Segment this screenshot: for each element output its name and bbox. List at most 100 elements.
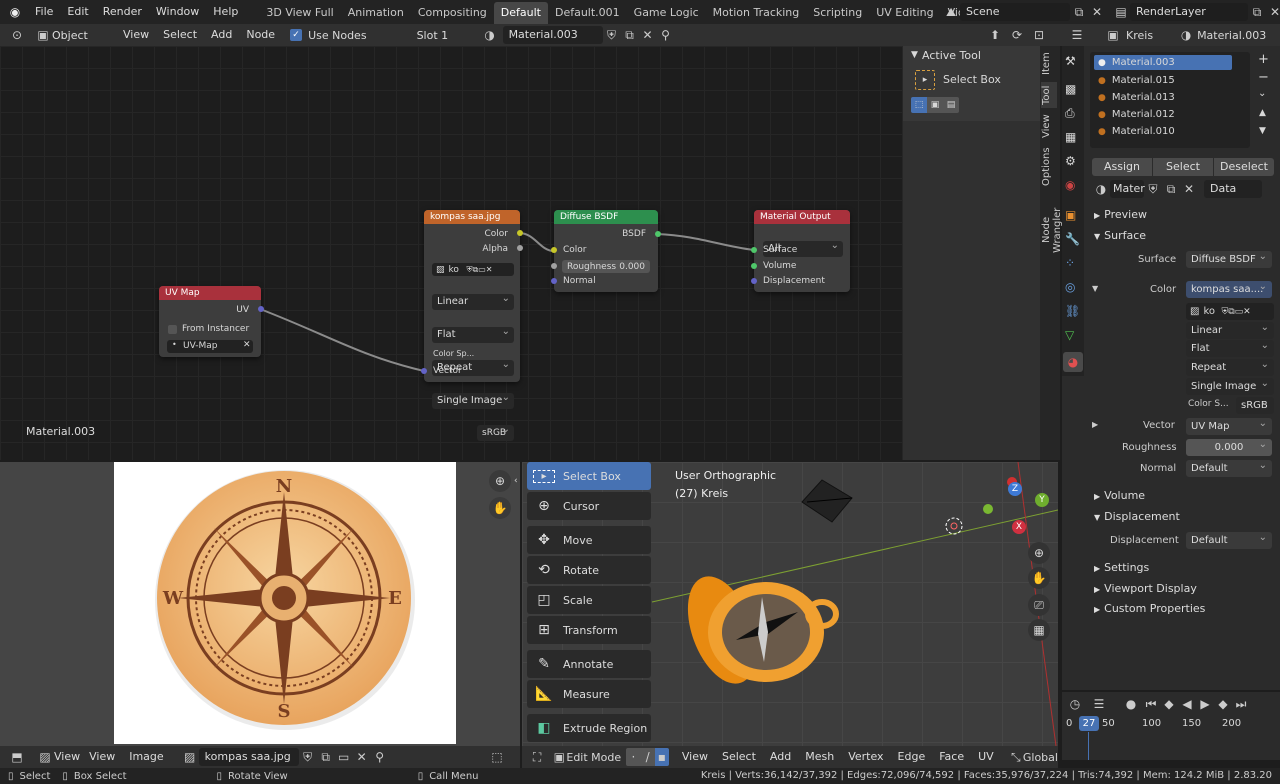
shader-type-dropdown[interactable]: Object (52, 29, 116, 42)
assign-button[interactable]: Assign (1092, 158, 1152, 176)
timeline-ruler[interactable]: 0 50 100 150 200 27 (1066, 716, 1276, 732)
tool-scale[interactable]: ◰ Scale (527, 586, 651, 614)
mesh-data-tab-icon[interactable]: ▽ (1065, 328, 1074, 342)
slot-dropdown[interactable]: Slot 1 (417, 29, 481, 42)
image-color-output-socket[interactable] (517, 230, 523, 236)
panel-collapse-icon[interactable]: ▼ (911, 50, 918, 60)
next-keyframe-icon[interactable]: ◆ (1214, 695, 1232, 713)
color-expand-icon[interactable]: ▼ (1092, 284, 1098, 293)
uv-map-clear-icon[interactable]: ✕ (243, 340, 251, 350)
roughness-input-socket[interactable] (551, 263, 557, 269)
slot-move-up-icon[interactable]: ▲ (1259, 108, 1266, 118)
tool-move[interactable]: ✥ Move (527, 526, 651, 554)
constraints-tab-icon[interactable]: ⛓ (1065, 304, 1080, 318)
material-unlink-icon[interactable]: ✕ (1180, 180, 1198, 198)
surface-shader-field[interactable]: Diffuse BSDF (1186, 248, 1272, 268)
view-layer-tab-icon[interactable]: ▦ (1065, 130, 1076, 144)
renderlayer-field[interactable]: RenderLayer (1130, 3, 1248, 21)
prev-keyframe-icon[interactable]: ◆ (1160, 695, 1178, 713)
world-tab-icon[interactable]: ◉ (1065, 178, 1075, 192)
viewport-menu-view[interactable]: View (675, 745, 715, 769)
tab-3d-view-full[interactable]: 3D View Full (259, 2, 340, 24)
tab-scripting[interactable]: Scripting (806, 2, 869, 24)
select-button[interactable]: Select (1153, 158, 1213, 176)
camera-view-icon[interactable]: ⎚ (1028, 594, 1050, 616)
view-mode-icon[interactable]: ▨ (36, 748, 54, 766)
viewport-menu-add[interactable]: Add (763, 745, 798, 769)
volume-input-socket[interactable] (751, 263, 757, 269)
tool-extrude-region[interactable]: ◧ Extrude Region (527, 714, 651, 742)
viewport-menu-face[interactable]: Face (932, 745, 971, 769)
from-instancer-checkbox[interactable] (168, 324, 177, 334)
gizmo-x-axis[interactable]: X (1012, 520, 1026, 534)
jump-end-icon[interactable]: ⏭ (1232, 695, 1250, 713)
menu-window[interactable]: Window (149, 0, 206, 24)
material-tab-icon[interactable]: ◕ (1063, 352, 1083, 372)
uv-output-socket[interactable] (258, 306, 264, 312)
prop-color-space-dropdown[interactable]: sRGB (1236, 394, 1274, 414)
jump-start-icon[interactable]: ⏮ (1142, 695, 1160, 713)
prop-image-fake-user-icon[interactable]: ⛨⧉ (1221, 307, 1234, 317)
image-fake-user-icon[interactable]: ⛨⧉ (467, 265, 479, 275)
viewport-menu-mesh[interactable]: Mesh (798, 745, 841, 769)
zoom-icon[interactable]: ⊕ (489, 470, 511, 492)
surface-section[interactable]: ▼ Surface (1094, 229, 1146, 242)
play-icon[interactable]: ▶ (1196, 695, 1214, 713)
slot-item[interactable]: ● Material.015 (1094, 73, 1175, 88)
tab-default[interactable]: Default (493, 1, 548, 24)
menu-render[interactable]: Render (96, 0, 149, 24)
source-dropdown[interactable]: Single Image (432, 390, 514, 409)
orientation-icon[interactable]: ⤡ (1009, 748, 1023, 766)
settings-section[interactable]: ▶ Settings (1094, 561, 1149, 574)
use-nodes-checkbox[interactable]: ✓ (290, 29, 303, 41)
deselect-button[interactable]: Deselect (1214, 158, 1274, 176)
displacement-section[interactable]: ▼ Displacement (1094, 510, 1180, 523)
node-menu-add[interactable]: Add (204, 23, 239, 47)
tab-uv-editing[interactable]: UV Editing (869, 2, 940, 24)
tool-rotate[interactable]: ⟲ Rotate (527, 556, 651, 584)
node-menu-select[interactable]: Select (156, 23, 204, 47)
roughness-slider[interactable]: Roughness 0.000 (562, 260, 650, 273)
viewport-menu-select[interactable]: Select (715, 745, 763, 769)
vertex-select-icon[interactable]: · (626, 748, 641, 766)
orientation-dropdown[interactable]: Global (1023, 751, 1058, 764)
normal-prop-value[interactable]: Default (1186, 457, 1272, 477)
material-slot-list[interactable]: ● Material.003 ● Material.015 ● Material… (1090, 52, 1250, 148)
menu-file[interactable]: File (28, 0, 60, 24)
image-new-icon[interactable]: ⧉ (317, 748, 335, 766)
material-fake-user-icon[interactable]: ⛨ (1144, 180, 1162, 198)
tab-motion-tracking[interactable]: Motion Tracking (706, 2, 807, 24)
displacement-prop-value[interactable]: Default (1186, 529, 1272, 549)
slot-move-down-icon[interactable]: ▼ (1259, 126, 1266, 136)
edge-select-icon[interactable]: / (640, 748, 655, 766)
timeline-editor-icon[interactable]: ◷ (1066, 695, 1084, 713)
node-uv-map[interactable]: UV Map UV From Instancer UV-Map • ✕ (159, 286, 264, 357)
object-tab-icon[interactable]: ▣ (1065, 208, 1076, 222)
node-image-texture[interactable]: kompas saa.jpg Color Alpha ▨ ko ⛨⧉ ▭ ✕ L… (421, 210, 523, 441)
mode-new-icon[interactable]: ⬚ (911, 97, 927, 113)
slot-item[interactable]: ● Material.012 (1094, 107, 1175, 122)
viewport-menu-vertex[interactable]: Vertex (841, 745, 890, 769)
image-name-field[interactable]: kompas saa.jpg (198, 748, 299, 766)
timeline-menu-icon[interactable]: ☰ (1090, 695, 1108, 713)
viewport-pan-icon[interactable]: ✋ (1028, 567, 1050, 589)
particles-tab-icon[interactable]: ⁘ (1065, 256, 1075, 270)
color-link-field[interactable]: kompas saa.... (1186, 278, 1272, 298)
modifier-tab-icon[interactable]: 🔧 (1065, 232, 1080, 246)
image-name-field[interactable]: ko (449, 265, 467, 275)
image-thumb-icon[interactable]: ▨ (436, 265, 445, 275)
tab-default-001[interactable]: Default.001 (548, 2, 627, 24)
viewport-zoom-icon[interactable]: ⊕ (1028, 542, 1050, 564)
tool-cursor[interactable]: ⊕ Cursor (527, 492, 651, 520)
select-box-tool-icon[interactable]: ▸ (915, 70, 935, 90)
uv-map-field[interactable]: UV-Map (167, 340, 253, 353)
slot-specials-icon[interactable]: ⌄ (1258, 88, 1266, 99)
current-frame-indicator[interactable]: 27 (1079, 716, 1099, 731)
slot-item[interactable]: ● Material.003 (1094, 55, 1232, 70)
displacement-input-socket[interactable] (751, 278, 757, 284)
render-tab-icon[interactable]: ▩ (1065, 82, 1076, 96)
pan-hand-icon[interactable]: ✋ (489, 497, 511, 519)
scene-field[interactable]: Scene (960, 3, 1070, 21)
prop-image-name[interactable]: ko (1203, 306, 1221, 317)
snap-options-icon[interactable]: ⊡ (1030, 26, 1048, 44)
